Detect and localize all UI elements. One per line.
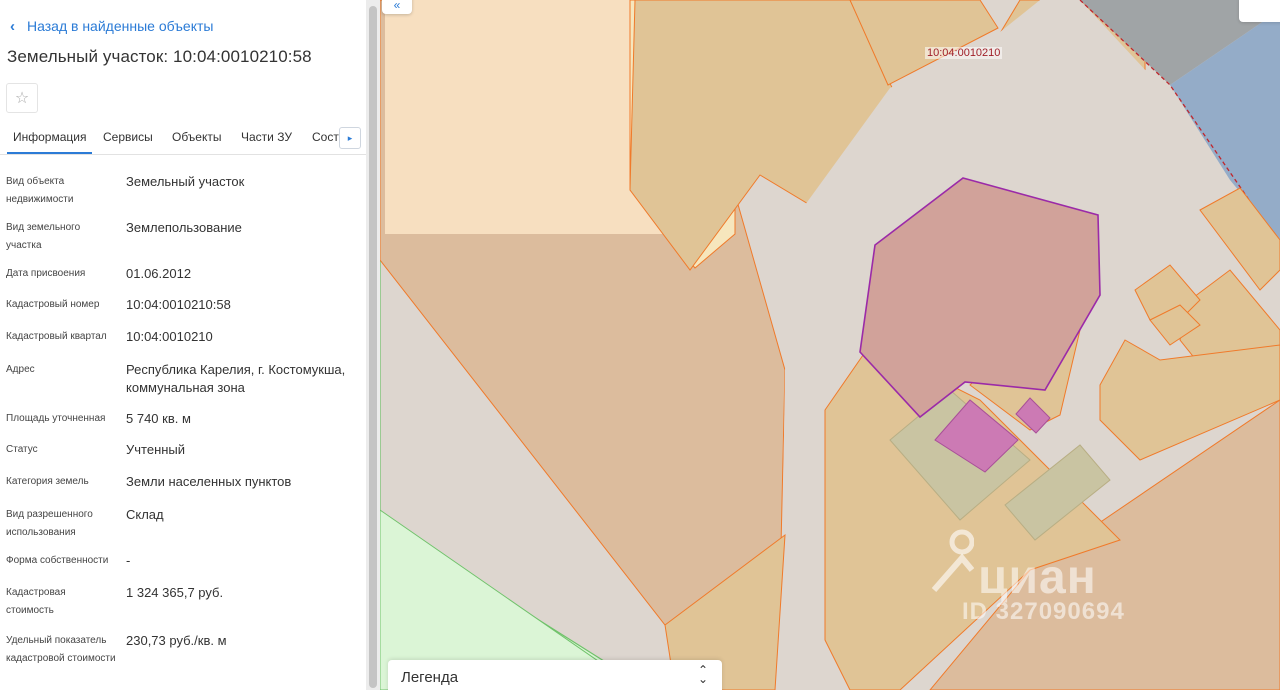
info-value: Республика Карелия, г. Костомукша, комму… — [126, 362, 346, 395]
tab-services[interactable]: Сервисы — [103, 130, 153, 144]
info-label: Статус — [6, 444, 38, 455]
favorite-button[interactable]: ☆ — [6, 83, 38, 113]
tab-bar: Информация Сервисы Объекты Части ЗУ Сост… — [0, 123, 366, 155]
info-label: Адрес — [6, 364, 35, 375]
map-control-button[interactable] — [1239, 0, 1280, 22]
double-chevron-left-icon: « — [393, 0, 401, 12]
info-label: Форма собственности — [6, 555, 109, 566]
tabs-scroll-right-button[interactable]: ▸ — [339, 127, 361, 149]
info-label: Площадь уточненная — [6, 413, 106, 424]
info-label: Категория земель — [6, 476, 89, 487]
info-label: Кадастровая стоимость — [6, 587, 66, 616]
chevron-left-icon: ‹ — [10, 17, 15, 35]
legend-label: Легенда — [401, 669, 459, 686]
info-value: 230,73 руб./кв. м — [126, 633, 227, 648]
info-value: 01.06.2012 — [126, 266, 192, 281]
legend-toggle[interactable]: Легенда ⌃ ⌄ — [388, 660, 722, 690]
map-canvas[interactable] — [380, 0, 1280, 690]
info-value: 1 324 365,7 руб. — [126, 585, 224, 600]
page-title: Земельный участок: 10:04:0010210:58 — [7, 47, 312, 66]
cadastral-quarter-label: 10:04:0010210 — [925, 47, 1003, 59]
info-value: Земельный участок — [126, 174, 245, 189]
info-value: 10:04:0010210 — [126, 329, 213, 344]
panel-scrollbar-thumb[interactable] — [369, 6, 377, 688]
info-value: Склад — [126, 507, 164, 522]
back-link-label: Назад в найденные объекты — [27, 18, 214, 34]
info-value: 10:04:0010210:58 — [126, 297, 231, 312]
info-label: Дата присвоения — [6, 268, 86, 279]
star-icon: ☆ — [14, 90, 30, 107]
tab-parts[interactable]: Части ЗУ — [241, 130, 292, 144]
cadastral-map[interactable]: 10:04:0010210 « циан ID 327090694 Легенд… — [380, 0, 1280, 690]
info-label: Кадастровый квартал — [6, 331, 107, 342]
tab-information[interactable]: Информация — [6, 130, 94, 154]
tab-objects[interactable]: Объекты — [172, 130, 222, 144]
info-label: Кадастровый номер — [6, 299, 100, 310]
info-value: Учтенный — [126, 442, 186, 457]
info-value: Землепользование — [126, 220, 242, 235]
info-value: - — [126, 553, 131, 568]
info-value: 5 740 кв. м — [126, 411, 191, 426]
info-label: Вид земельного участка — [6, 222, 81, 251]
back-to-results-link[interactable]: ‹ Назад в найденные объекты — [10, 16, 213, 36]
object-info-panel: ‹ Назад в найденные объекты Земельный уч… — [0, 0, 366, 690]
info-label: Вид объекта недвижимости — [6, 176, 74, 205]
info-value: Земли населенных пунктов — [126, 474, 292, 489]
chevron-up-down-icon: ⌃ ⌄ — [697, 663, 708, 686]
chevron-right-icon: ▸ — [347, 132, 353, 143]
collapse-panel-button[interactable]: « — [382, 0, 412, 14]
info-label: Вид разрешенного использования — [6, 509, 93, 538]
info-label: Удельный показатель кадастровой стоимост… — [6, 635, 116, 664]
